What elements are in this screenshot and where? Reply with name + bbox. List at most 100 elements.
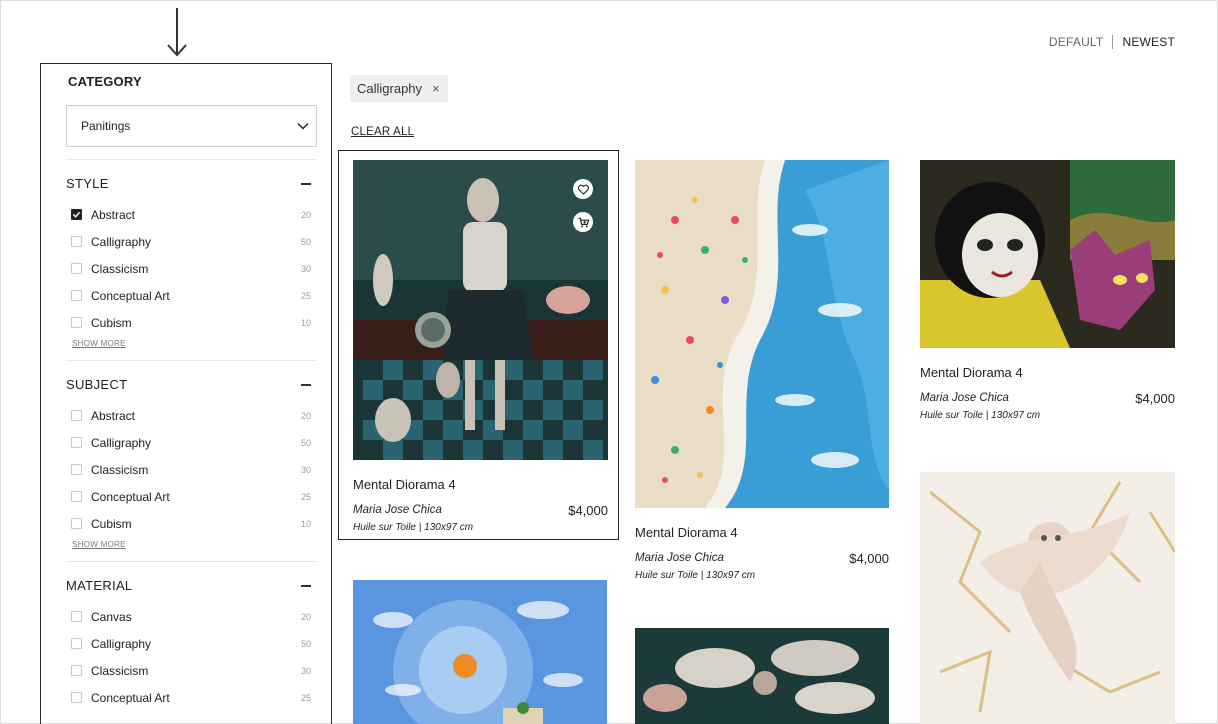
- filter-count: 10: [300, 518, 311, 529]
- product-price: $4,000: [1135, 391, 1175, 406]
- filter-count: 10: [300, 317, 311, 328]
- filter-label: Cubism: [91, 516, 132, 531]
- product-title[interactable]: Mental Diorama 4: [353, 477, 456, 492]
- filter-label: Conceptual Art: [91, 288, 170, 303]
- filter-material-classicism[interactable]: Classicism 30: [66, 657, 317, 684]
- artwork-owl: [920, 472, 1175, 724]
- filter-count: 30: [300, 665, 311, 676]
- subject-section-header[interactable]: SUBJECT: [66, 377, 317, 392]
- style-section-header[interactable]: STYLE: [66, 176, 317, 191]
- sort-separator: [1112, 35, 1114, 49]
- product-medium: Huile sur Toile | 130x97 cm: [353, 522, 474, 533]
- active-filter-chip: Calligraphy ×: [350, 75, 448, 102]
- heart-icon: [577, 184, 589, 195]
- artwork-image[interactable]: [635, 628, 889, 724]
- checkbox[interactable]: [71, 263, 82, 274]
- chevron-down-icon: [297, 123, 309, 130]
- artwork-beach: [635, 160, 889, 508]
- filter-material-canvas[interactable]: Canvas 20: [66, 603, 317, 630]
- minus-icon[interactable]: [301, 383, 311, 386]
- arrow-down-icon: [167, 8, 187, 57]
- checkbox[interactable]: [71, 518, 82, 529]
- filter-count: 25: [300, 692, 311, 703]
- filter-count: 20: [300, 611, 311, 622]
- product-title[interactable]: Mental Diorama 4: [920, 365, 1023, 380]
- product-price: $4,000: [849, 551, 889, 566]
- checkbox[interactable]: [71, 638, 82, 649]
- filter-label: Conceptual Art: [91, 690, 170, 705]
- filter-style-calligraphy[interactable]: Calligraphy 50: [66, 228, 317, 255]
- filter-label: Calligraphy: [91, 234, 152, 249]
- filter-subject-abstract[interactable]: Abstract 20: [66, 402, 317, 429]
- checkbox[interactable]: [71, 464, 82, 475]
- checkbox[interactable]: [71, 437, 82, 448]
- artwork-sun-sky: [353, 580, 607, 724]
- divider: [66, 561, 317, 562]
- filter-label: Classicism: [91, 663, 149, 678]
- filter-label: Canvas: [91, 609, 132, 624]
- artwork-horses: [635, 628, 889, 724]
- material-section-header[interactable]: MATERIAL: [66, 578, 317, 593]
- category-select-value: Panitings: [81, 119, 131, 133]
- minus-icon[interactable]: [301, 182, 311, 185]
- divider: [66, 360, 317, 361]
- filter-label: Abstract: [91, 408, 136, 423]
- clear-all-link[interactable]: CLEAR ALL: [351, 126, 414, 138]
- filter-count: 30: [300, 464, 311, 475]
- filter-count: 30: [300, 263, 311, 274]
- chip-label: Calligraphy: [357, 81, 423, 96]
- filter-count: 20: [300, 209, 311, 220]
- artwork-image[interactable]: [353, 160, 608, 460]
- checkbox[interactable]: [71, 665, 82, 676]
- artwork-image[interactable]: [920, 472, 1175, 724]
- filter-subject-conceptual-art[interactable]: Conceptual Art 25: [66, 483, 317, 510]
- filter-style-cubism[interactable]: Cubism 10: [66, 309, 317, 336]
- checkbox[interactable]: [71, 317, 82, 328]
- filter-label: Cubism: [91, 315, 132, 330]
- category-title: CATEGORY: [68, 74, 142, 89]
- artwork-image[interactable]: [353, 580, 607, 724]
- checkbox[interactable]: [71, 290, 82, 301]
- filter-style-abstract[interactable]: Abstract 20: [66, 201, 317, 228]
- filter-label: Conceptual Art: [91, 489, 170, 504]
- sort-newest[interactable]: NEWEST: [1122, 35, 1175, 49]
- filter-label: Abstract: [91, 207, 136, 222]
- checkbox[interactable]: [71, 611, 82, 622]
- checkbox[interactable]: [71, 209, 82, 220]
- checkbox[interactable]: [71, 491, 82, 502]
- close-icon[interactable]: ×: [432, 81, 440, 96]
- minus-icon[interactable]: [301, 584, 311, 587]
- filter-label: Classicism: [91, 261, 149, 276]
- filter-subject-cubism[interactable]: Cubism 10: [66, 510, 317, 537]
- artwork-image[interactable]: [920, 160, 1175, 348]
- add-to-cart-button[interactable]: [573, 212, 593, 232]
- product-artist[interactable]: Maria Jose Chica: [920, 392, 1009, 404]
- category-select[interactable]: Panitings: [66, 105, 317, 147]
- cart-icon: [577, 217, 589, 227]
- checkbox[interactable]: [71, 410, 82, 421]
- sort-options: DEFAULT NEWEST: [1049, 35, 1175, 49]
- product-title[interactable]: Mental Diorama 4: [635, 525, 738, 540]
- artwork-diorama: [353, 160, 608, 460]
- subject-show-more[interactable]: SHOW MORE: [72, 540, 317, 549]
- filter-count: 50: [300, 638, 311, 649]
- checkbox[interactable]: [71, 692, 82, 703]
- filter-material-calligraphy[interactable]: Calligraphy 50: [66, 630, 317, 657]
- filter-subject-classicism[interactable]: Classicism 30: [66, 456, 317, 483]
- filter-material-conceptual-art[interactable]: Conceptual Art 25: [66, 684, 317, 711]
- check-icon: [72, 211, 81, 218]
- filter-style-conceptual-art[interactable]: Conceptual Art 25: [66, 282, 317, 309]
- sort-default[interactable]: DEFAULT: [1049, 35, 1104, 49]
- product-artist[interactable]: Maria Jose Chica: [635, 552, 724, 564]
- filter-count: 50: [300, 437, 311, 448]
- artwork-image[interactable]: [635, 160, 889, 508]
- section-title: STYLE: [66, 176, 109, 191]
- product-artist[interactable]: Maria Jose Chica: [353, 504, 442, 516]
- filter-count: 20: [300, 410, 311, 421]
- checkbox[interactable]: [71, 236, 82, 247]
- section-title: MATERIAL: [66, 578, 133, 593]
- filter-style-classicism[interactable]: Classicism 30: [66, 255, 317, 282]
- filter-subject-calligraphy[interactable]: Calligraphy 50: [66, 429, 317, 456]
- wishlist-button[interactable]: [573, 179, 593, 199]
- style-show-more[interactable]: SHOW MORE: [72, 339, 317, 348]
